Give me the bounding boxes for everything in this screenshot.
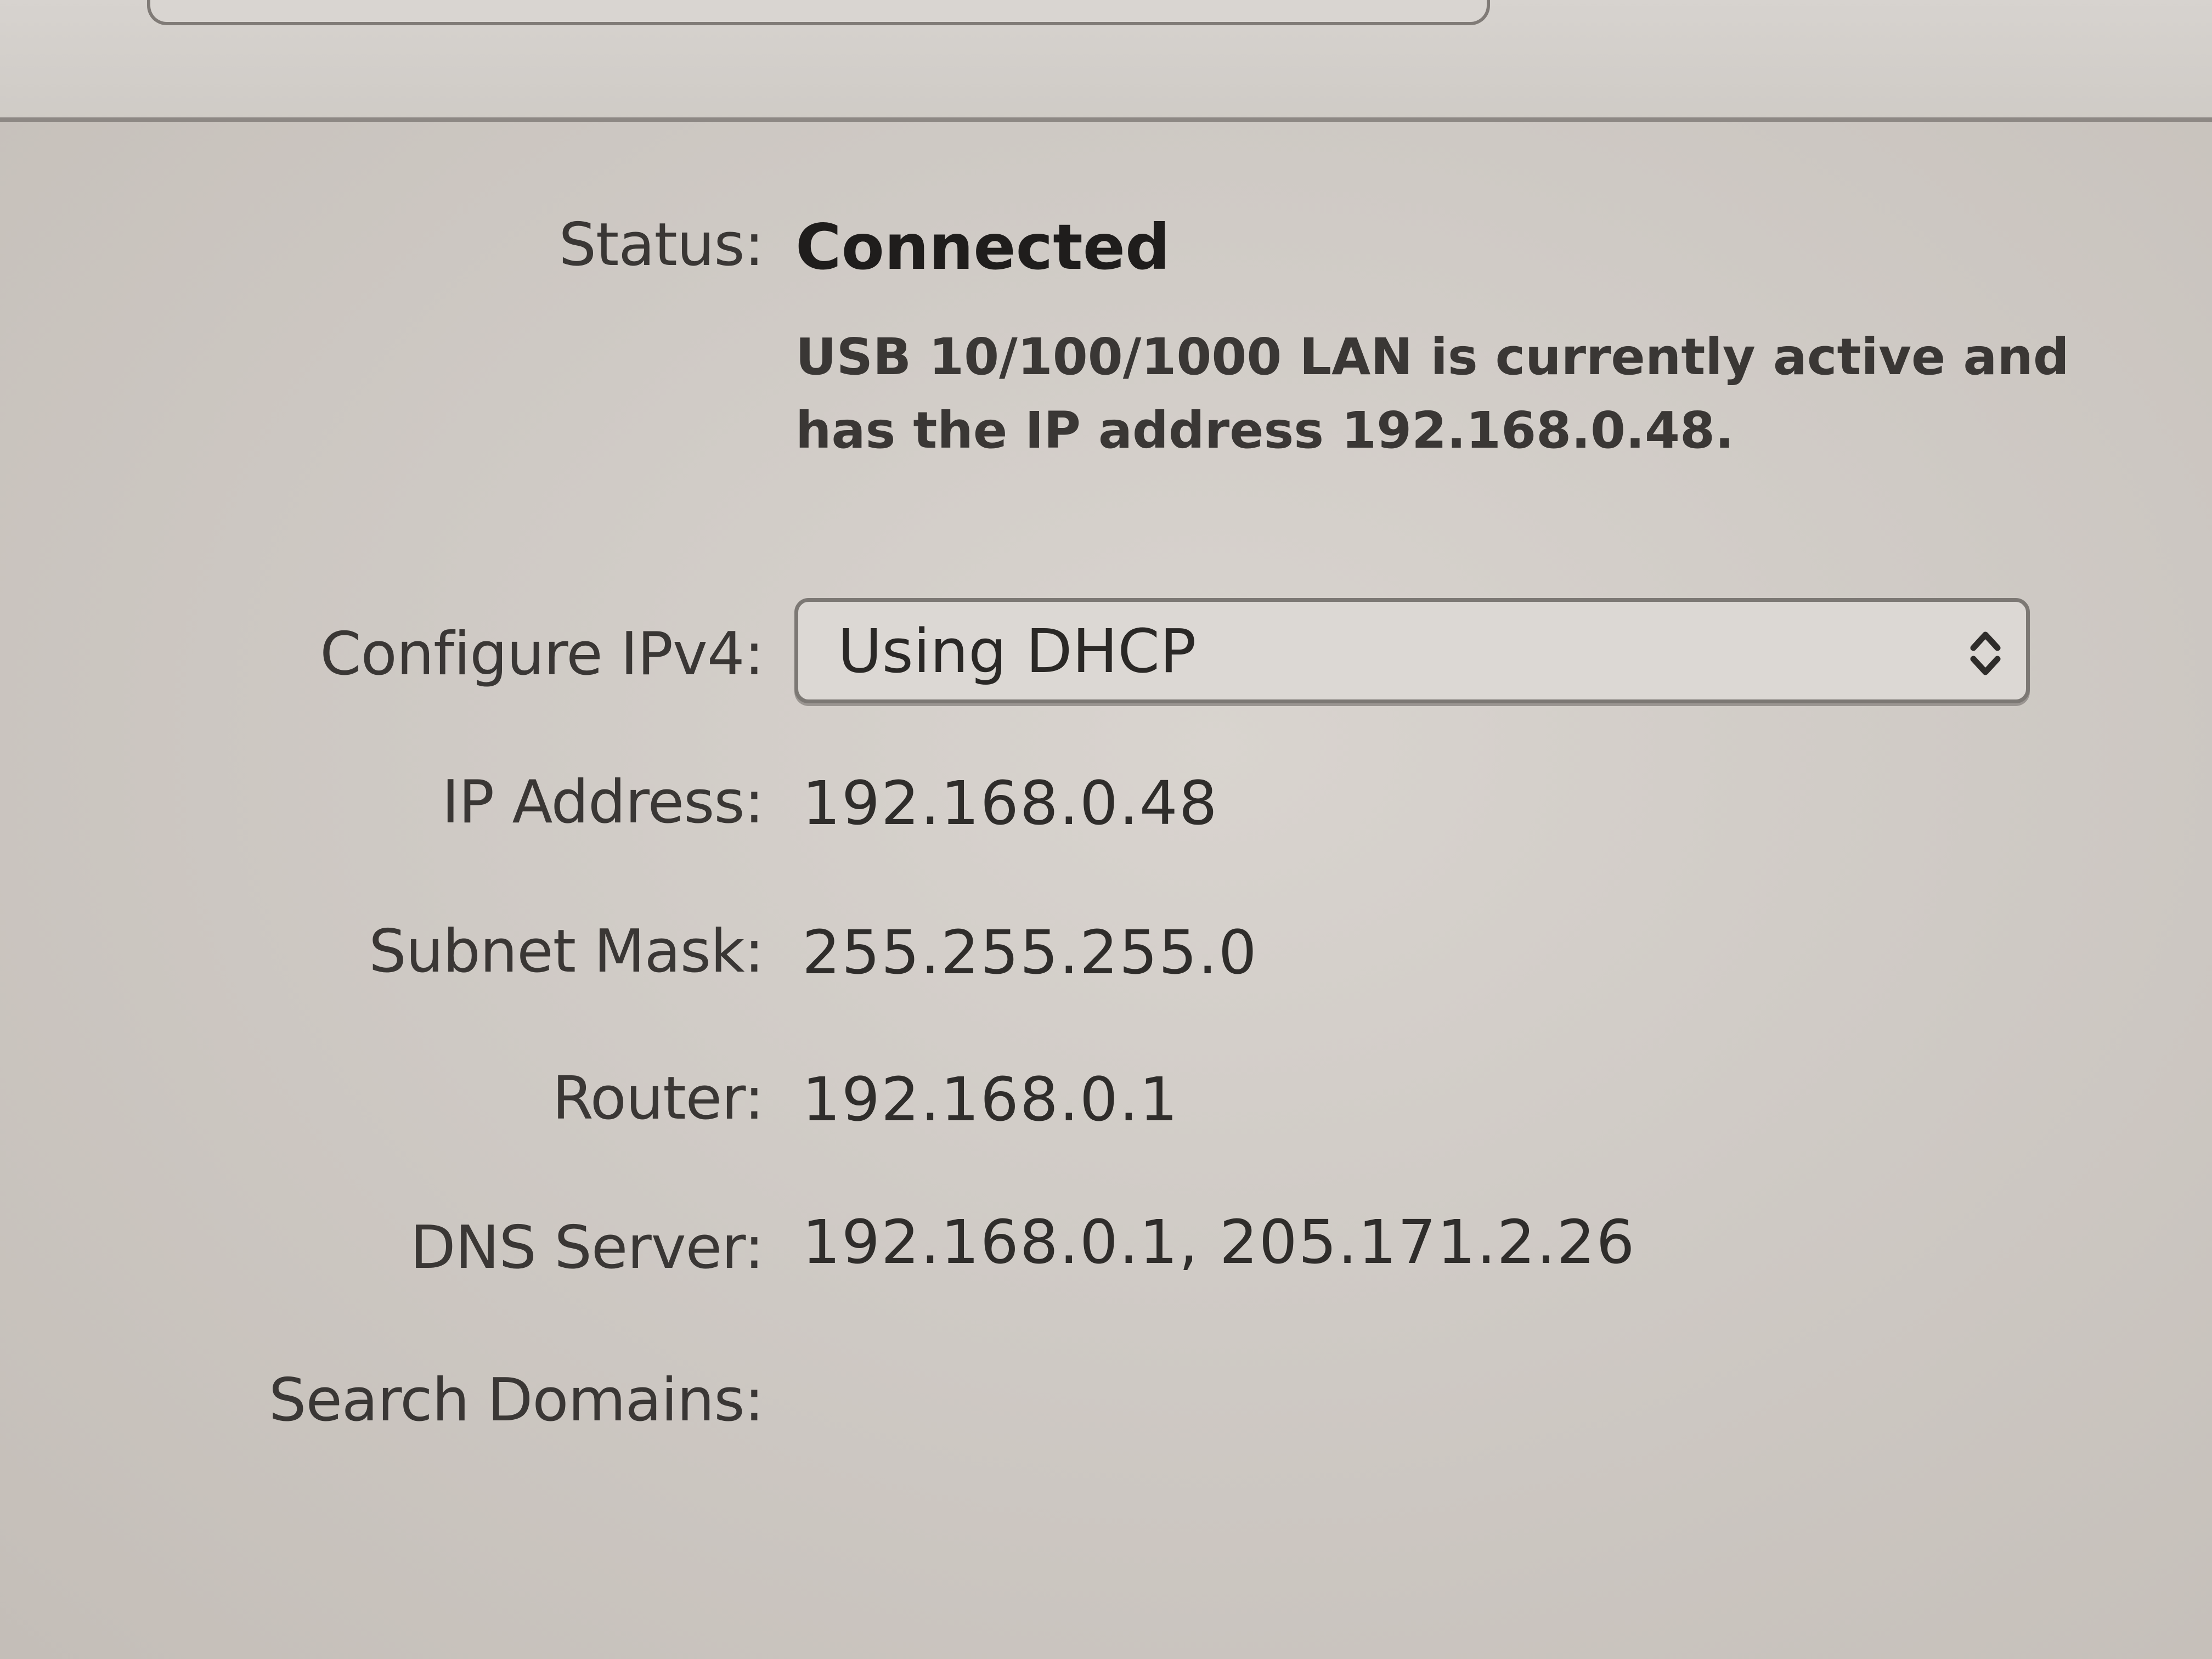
search-domains-label: Search Domains:: [268, 1366, 764, 1435]
dns-server-value: 192.168.0.1, 205.171.2.26: [802, 1207, 1636, 1277]
status-description-line-1: USB 10/100/1000 LAN is currently active …: [795, 328, 2069, 386]
router-value: 192.168.0.1: [802, 1064, 1179, 1135]
configure-ipv4-label: Configure IPv4:: [320, 620, 764, 689]
chevron-up-down-icon: [1970, 631, 2001, 675]
configure-ipv4-select[interactable]: Using DHCP: [794, 598, 2030, 703]
status-label: Status:: [558, 211, 764, 279]
top-toolbar-area: [0, 0, 2212, 121]
dns-server-label: DNS Server:: [410, 1214, 764, 1282]
ip-address-label: IP Address:: [442, 768, 764, 837]
status-description-line-2: has the IP address 192.168.0.48.: [795, 401, 1734, 460]
status-description: USB 10/100/1000 LAN is currently active …: [795, 320, 2069, 467]
router-label: Router:: [552, 1064, 764, 1133]
ip-address-value: 192.168.0.48: [802, 768, 1218, 838]
section-divider: [0, 117, 2212, 122]
subnet-mask-label: Subnet Mask:: [369, 917, 764, 986]
subnet-mask-value: 255.255.255.0: [802, 917, 1258, 988]
status-value: Connected: [795, 211, 1170, 284]
network-name-field[interactable]: [147, 0, 1490, 25]
configure-ipv4-value: Using DHCP: [838, 616, 1197, 686]
